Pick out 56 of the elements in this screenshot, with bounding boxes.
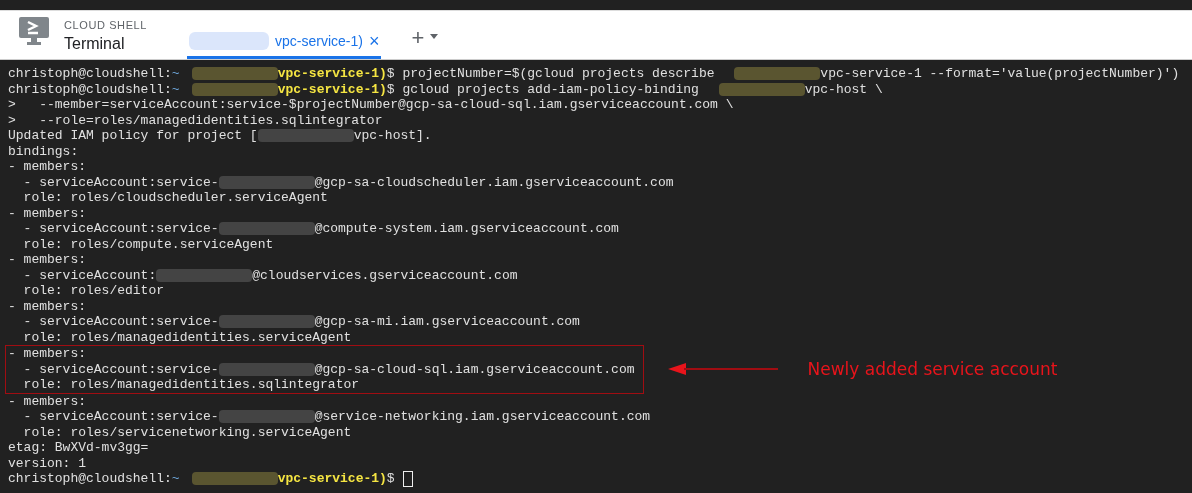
terminal-text: $ gcloud projects add-iam-policy-binding (386, 81, 700, 97)
tab-label: vpc-service-1) (275, 33, 363, 49)
terminal-text: - members: (8, 298, 86, 314)
terminal-text: @gcp-sa-cloudscheduler.iam.gserviceaccount.com (314, 174, 674, 190)
terminal-text: role: roles/compute.serviceAgent (22, 236, 274, 252)
terminal-text: - serviceAccount:service- (22, 221, 219, 237)
terminal-text: vpc-service-1 --format='value(projectNumber)') (820, 66, 1180, 82)
project-name: vpc-service-1) (277, 81, 387, 97)
terminal-text: - members: (8, 393, 86, 409)
terminal-tab[interactable]: vpc-service-1) × (187, 26, 382, 59)
annotation-text: Newly added service account (807, 359, 1058, 380)
terminal-text: - serviceAccount:service- (22, 314, 219, 330)
terminal-text: role: roles/managedidentities.serviceAgent (22, 329, 352, 345)
terminal-text: @cloudservices.gserviceaccount.com (252, 267, 518, 283)
path-text: ~ (171, 66, 180, 82)
terminal-text: - members: (8, 346, 86, 362)
terminal-text: $ projectNumber=$(gcloud projects describe (386, 66, 716, 82)
terminal-text: > --role=roles/managedidentities.sqlintegrator (8, 112, 383, 128)
terminal-text: vpc-host]. (353, 128, 432, 144)
terminal-text: role: roles/servicenetworking.serviceAgent (22, 424, 352, 440)
project-name: vpc-service-1) (277, 66, 387, 82)
terminal-text: - members: (8, 159, 86, 175)
caret-icon[interactable] (430, 34, 439, 39)
terminal-icon (18, 15, 50, 47)
terminal-text: - serviceAccount:service- (22, 361, 219, 377)
path-text: ~ (171, 471, 180, 487)
project-name: vpc-service-1) (277, 471, 387, 487)
terminal-text: version: 1 (8, 455, 86, 471)
product-label: CLOUD SHELL (64, 19, 147, 31)
terminal-text: @gcp-sa-cloud-sql.iam.gserviceaccount.com (314, 361, 635, 377)
terminal-text: role: roles/editor (22, 283, 165, 299)
terminal-text: Updated IAM policy for project [ (8, 128, 258, 144)
terminal-text: christoph@cloudshell: (8, 66, 172, 82)
arrow-icon (667, 363, 778, 376)
terminal-text: - serviceAccount:service- (22, 174, 219, 190)
terminal-text: - members: (8, 252, 86, 268)
page-title: Terminal (64, 35, 126, 53)
terminal-text: @compute-system.iam.gserviceaccount.com (314, 221, 619, 237)
text-cursor (402, 470, 413, 487)
terminal-text: role: roles/cloudscheduler.serviceAgent (22, 190, 328, 206)
terminal-text: christoph@cloudshell: (8, 81, 172, 97)
terminal-text: @gcp-sa-mi.iam.gserviceaccount.com (314, 314, 580, 330)
terminal-text: christoph@cloudshell: (8, 471, 172, 487)
terminal-text: etag: BwXVd-mv3gg= (8, 440, 149, 456)
terminal-text: - serviceAccount:service- (22, 409, 219, 425)
terminal-text: - serviceAccount: (22, 267, 157, 283)
terminal-text: @service-networking.iam.gserviceaccount.com (314, 409, 651, 425)
terminal-text: bindings: (8, 143, 79, 159)
terminal-text: > --member=serviceAccount:service-$projectNumber@gcp-sa-cloud-sql.iam.gserviceaccount.com \ (8, 97, 734, 113)
terminal-text: - members: (8, 205, 86, 221)
close-button[interactable]: × (368, 30, 380, 52)
terminal-text: role: roles/managedidentities.sqlintegrator (22, 377, 360, 393)
terminal-text: vpc-host \ (804, 81, 883, 97)
path-text: ~ (171, 81, 180, 97)
terminal-text: $ (386, 471, 395, 487)
add-tab-button[interactable]: + (395, 25, 425, 59)
